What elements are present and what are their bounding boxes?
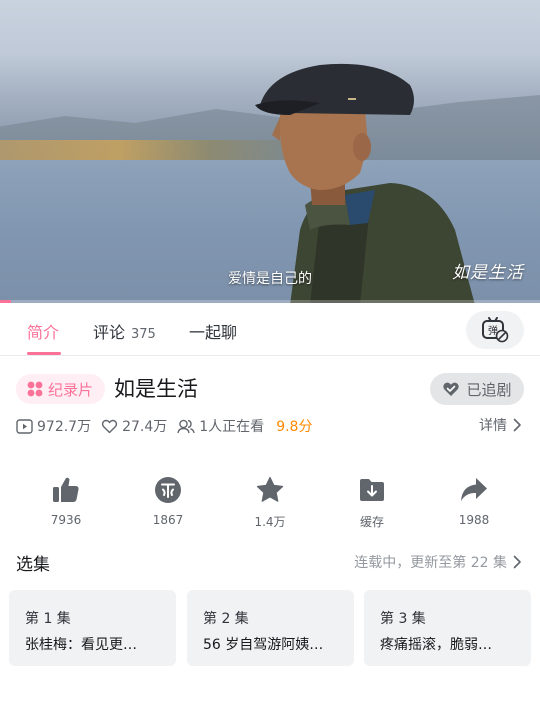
like-button-label: 7936 [50, 513, 82, 527]
followed-button[interactable]: 已追剧 [430, 373, 524, 405]
coin-button-label: 1867 [152, 513, 184, 527]
share-button-label: 1988 [458, 513, 490, 527]
play-count-value: 972.7万 [37, 419, 92, 435]
tab-active-indicator [27, 352, 61, 355]
tab-intro[interactable]: 简介 [27, 319, 59, 343]
category-badge-label: 纪录片 [48, 380, 94, 399]
tab-comments-count: 375 [131, 327, 156, 342]
video-watermark: 如是生活 [452, 263, 524, 283]
episode-number: 第 1 集 [25, 611, 71, 627]
chevron-right-icon [513, 555, 521, 569]
play-count: 972.7万 [16, 416, 91, 436]
followed-button-label: 已追剧 [466, 380, 512, 399]
tab-intro-label: 简介 [27, 323, 60, 342]
share-icon [461, 478, 487, 501]
viewers-icon [177, 419, 195, 433]
share-button[interactable]: 1988 [434, 475, 514, 527]
action-bar: 7936 1867 1.4万 缓存 1988 [0, 475, 540, 535]
danmaku-off-icon: 弹 [482, 317, 509, 343]
heart-icon [101, 419, 118, 433]
episode-number: 第 3 集 [380, 611, 426, 627]
episodes-section-title: 选集 [16, 555, 50, 575]
details-label: 详情 [479, 418, 507, 434]
episode-number: 第 2 集 [203, 611, 249, 627]
cache-button[interactable]: 缓存 [332, 475, 412, 530]
episode-card-3[interactable]: 第 3 集 疼痛摇滚，脆弱… [364, 590, 531, 666]
rating-score: 9.8分 [276, 419, 313, 435]
thumbs-up-icon [53, 477, 79, 502]
documentary-icon [27, 381, 43, 397]
watching-count: 1人正在看 [177, 416, 264, 436]
episodes-status-label: 连载中，更新至第 22 集 [354, 555, 507, 571]
category-badge[interactable]: 纪录片 [16, 374, 106, 404]
episode-card-1[interactable]: 第 1 集 张桂梅：看见更… [9, 590, 176, 666]
danmaku-toggle-button[interactable]: 弹 [466, 311, 524, 349]
cache-button-label: 缓存 [359, 515, 384, 529]
download-icon [360, 479, 384, 501]
video-subject-man [255, 63, 475, 303]
play-count-icon [16, 418, 33, 434]
episode-title: 张桂梅：看见更… [25, 637, 137, 653]
coin-button[interactable]: 1867 [128, 475, 208, 527]
coin-icon [155, 477, 181, 503]
heart-check-icon [443, 382, 460, 396]
favorite-button-label: 1.4万 [254, 515, 286, 529]
video-player[interactable]: 爱情是自己的 如是生活 [0, 0, 540, 303]
content-tabs: 简介 评论 375 一起聊 弹 [0, 303, 540, 356]
watching-count-value: 1人正在看 [199, 419, 265, 435]
details-link[interactable]: 详情 [479, 415, 522, 435]
like-count-value: 27.4万 [122, 419, 168, 435]
chevron-right-icon [513, 418, 521, 432]
favorite-button[interactable]: 1.4万 [230, 475, 310, 530]
star-icon [256, 476, 284, 502]
stats-row: 972.7万 27.4万 1人正在看 9.8分 [16, 415, 312, 437]
tab-chat-label: 一起聊 [189, 323, 238, 342]
like-button[interactable]: 7936 [26, 475, 106, 527]
episode-title: 56 岁自驾游阿姨… [203, 637, 324, 653]
tab-comments[interactable]: 评论 375 [93, 319, 156, 343]
tab-comments-label: 评论 [93, 323, 126, 342]
like-count: 27.4万 [101, 416, 167, 436]
episode-card-2[interactable]: 第 2 集 56 岁自驾游阿姨… [187, 590, 354, 666]
show-title: 如是生活 [114, 377, 198, 401]
episode-title: 疼痛摇滚，脆弱… [380, 637, 492, 653]
tab-chat[interactable]: 一起聊 [189, 319, 237, 343]
episodes-status-link[interactable]: 连载中，更新至第 22 集 [354, 552, 522, 572]
